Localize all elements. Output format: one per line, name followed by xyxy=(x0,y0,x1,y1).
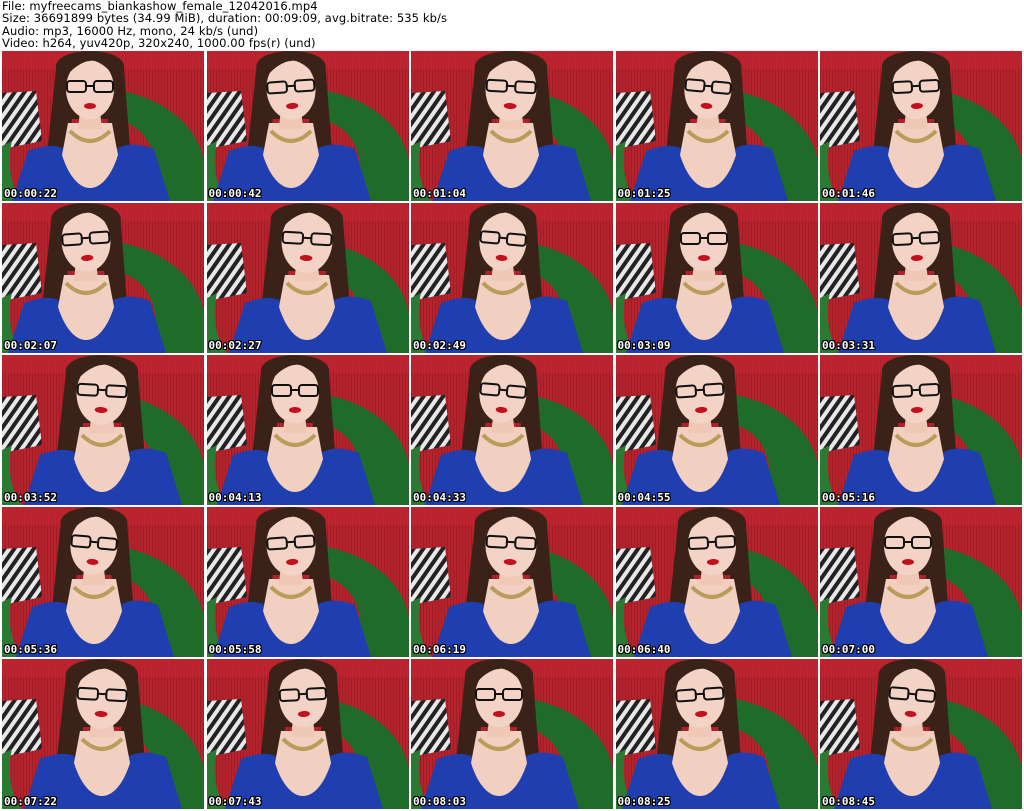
video-thumbnail: 00:04:13 xyxy=(206,355,409,505)
video-thumbnail: 00:02:07 xyxy=(2,203,204,353)
video-thumbnail: 00:08:03 xyxy=(411,659,613,809)
webcam-frame-image xyxy=(206,203,409,353)
timestamp-label: 00:05:58 xyxy=(208,643,262,656)
video-thumbnail: 00:03:09 xyxy=(615,203,818,353)
webcam-frame-image xyxy=(820,203,1022,353)
timestamp-label: 00:04:13 xyxy=(208,491,262,504)
video-thumbnail: 00:05:36 xyxy=(2,507,204,657)
video-thumbnail: 00:05:16 xyxy=(820,355,1022,505)
webcam-frame-image xyxy=(615,507,818,657)
video-thumbnail: 00:04:55 xyxy=(615,355,818,505)
timestamp-label: 00:01:04 xyxy=(413,187,466,200)
video-thumbnail: 00:01:25 xyxy=(615,51,818,201)
webcam-frame-image xyxy=(411,659,613,809)
timestamp-label: 00:07:43 xyxy=(208,795,262,808)
video-thumbnail: 00:04:33 xyxy=(411,355,613,505)
webcam-frame-image xyxy=(206,659,409,809)
timestamp-label: 00:06:40 xyxy=(617,643,671,656)
video-thumbnail: 00:07:43 xyxy=(206,659,409,809)
webcam-frame-image xyxy=(411,507,613,657)
webcam-frame-image xyxy=(615,51,818,201)
webcam-frame-image xyxy=(206,507,409,657)
webcam-frame-image xyxy=(615,203,818,353)
video-thumbnail: 00:06:19 xyxy=(411,507,613,657)
webcam-frame-image xyxy=(2,659,204,809)
video-thumbnail: 00:08:25 xyxy=(615,659,818,809)
timestamp-label: 00:08:45 xyxy=(822,795,875,808)
timestamp-label: 00:03:31 xyxy=(822,339,875,352)
timestamp-label: 00:08:25 xyxy=(617,795,671,808)
timestamp-label: 00:01:25 xyxy=(617,187,671,200)
file-size-line: Size: 36691899 bytes (34.99 MiB), durati… xyxy=(2,11,448,26)
video-thumbnail: 00:06:40 xyxy=(615,507,818,657)
video-info-line: Video: h264, yuv420p, 320x240, 1000.00 f… xyxy=(2,36,316,51)
webcam-frame-image xyxy=(206,51,409,201)
webcam-frame-image xyxy=(2,203,204,353)
webcam-frame-image xyxy=(2,355,204,505)
file-info-header: File: myfreecams_biankashow_female_12042… xyxy=(2,0,1022,50)
timestamp-label: 00:03:52 xyxy=(4,491,57,504)
timestamp-label: 00:00:22 xyxy=(4,187,57,200)
video-thumbnail: 00:03:52 xyxy=(2,355,204,505)
webcam-frame-image xyxy=(820,507,1022,657)
video-thumbnail: 00:07:22 xyxy=(2,659,204,809)
webcam-frame-image xyxy=(820,355,1022,505)
video-thumbnail: 00:00:22 xyxy=(2,51,204,201)
video-thumbnail: 00:01:46 xyxy=(820,51,1022,201)
video-thumbnail: 00:02:27 xyxy=(206,203,409,353)
timestamp-label: 00:05:16 xyxy=(822,491,875,504)
timestamp-label: 00:08:03 xyxy=(413,795,466,808)
timestamp-label: 00:07:00 xyxy=(822,643,875,656)
webcam-frame-image xyxy=(820,659,1022,809)
video-thumbnail: 00:00:42 xyxy=(206,51,409,201)
timestamp-label: 00:06:19 xyxy=(413,643,466,656)
timestamp-label: 00:05:36 xyxy=(4,643,57,656)
timestamp-label: 00:01:46 xyxy=(822,187,875,200)
timestamp-label: 00:04:55 xyxy=(617,491,671,504)
webcam-frame-image xyxy=(206,355,409,505)
timestamp-label: 00:02:49 xyxy=(413,339,466,352)
video-thumbnail: 00:01:04 xyxy=(411,51,613,201)
timestamp-label: 00:04:33 xyxy=(413,491,466,504)
webcam-frame-image xyxy=(411,51,613,201)
webcam-frame-image xyxy=(615,659,818,809)
video-thumbnail: 00:08:45 xyxy=(820,659,1022,809)
webcam-frame-image xyxy=(2,51,204,201)
thumbnail-grid: 00:00:22 00:00:42 00:01:04 00:01:25 00:0… xyxy=(2,51,1022,811)
timestamp-label: 00:07:22 xyxy=(4,795,57,808)
video-thumbnail: 00:07:00 xyxy=(820,507,1022,657)
timestamp-label: 00:02:27 xyxy=(208,339,262,352)
video-thumbnail: 00:02:49 xyxy=(411,203,613,353)
video-thumbnail: 00:05:58 xyxy=(206,507,409,657)
timestamp-label: 00:00:42 xyxy=(208,187,262,200)
timestamp-label: 00:03:09 xyxy=(617,339,671,352)
webcam-frame-image xyxy=(820,51,1022,201)
webcam-frame-image xyxy=(411,355,613,505)
timestamp-label: 00:02:07 xyxy=(4,339,57,352)
webcam-frame-image xyxy=(615,355,818,505)
video-thumbnail: 00:03:31 xyxy=(820,203,1022,353)
webcam-frame-image xyxy=(411,203,613,353)
webcam-frame-image xyxy=(2,507,204,657)
